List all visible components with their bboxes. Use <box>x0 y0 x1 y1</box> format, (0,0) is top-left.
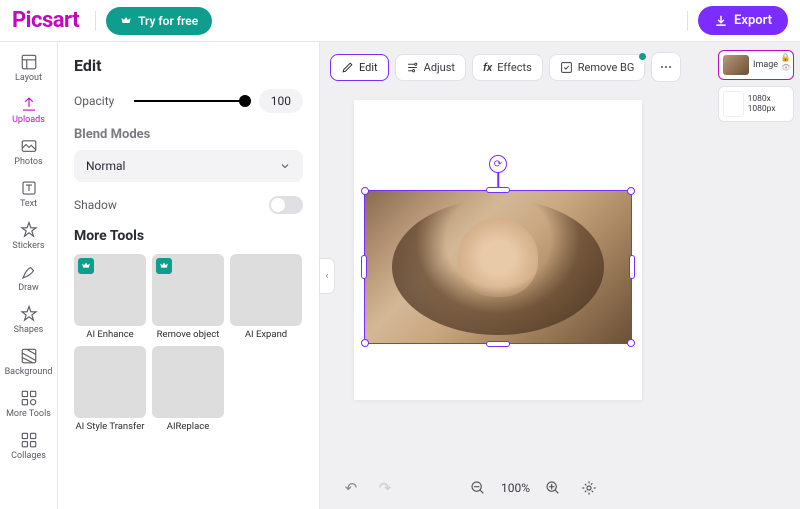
ts-more[interactable] <box>651 52 681 82</box>
selected-image[interactable] <box>365 191 631 343</box>
new-indicator <box>639 53 646 60</box>
remove-bg-icon <box>560 61 573 74</box>
nav-background[interactable]: Background <box>0 342 57 382</box>
nav-uploads[interactable]: Uploads <box>0 90 57 130</box>
export-label: Export <box>734 13 772 28</box>
crown-icon <box>120 15 132 27</box>
fx-icon: fx <box>483 61 492 74</box>
background-icon <box>20 347 38 365</box>
download-icon <box>714 14 728 28</box>
lock-icon[interactable]: 🔒 <box>781 53 791 62</box>
resize-handle-bl[interactable] <box>361 339 369 347</box>
zoom-value[interactable]: 100% <box>501 481 530 495</box>
tool-ai-replace[interactable]: AIReplace <box>152 346 224 432</box>
shadow-label: Shadow <box>74 198 117 212</box>
resize-handle-tr[interactable] <box>627 187 635 195</box>
adjust-icon <box>406 61 419 74</box>
try-for-free-button[interactable]: Try for free <box>106 7 212 35</box>
rotate-handle[interactable]: ⟳ <box>489 155 507 173</box>
layers-panel: Image 🔒👁 1080x 1080px <box>712 42 800 509</box>
opacity-label: Opacity <box>74 94 114 108</box>
brand-logo[interactable]: Picsart <box>12 8 79 33</box>
shadow-toggle[interactable] <box>269 196 303 214</box>
chevron-down-icon <box>279 160 291 172</box>
export-button[interactable]: Export <box>698 6 788 35</box>
ts-effects[interactable]: fxEffects <box>472 54 543 81</box>
nav-stickers[interactable]: Stickers <box>0 216 57 256</box>
zoom-in-button[interactable] <box>540 475 566 501</box>
stickers-icon <box>20 221 38 239</box>
divider <box>687 11 688 31</box>
divider <box>95 11 96 31</box>
zoom-out-icon <box>470 480 486 496</box>
premium-badge <box>78 258 94 274</box>
edit-panel: Edit Opacity 100 Blend Modes Normal Shad… <box>58 42 320 509</box>
tool-ai-expand[interactable]: AI Expand <box>230 254 302 340</box>
zoom-in-icon <box>545 480 561 496</box>
text-icon <box>20 179 38 197</box>
premium-badge <box>156 258 172 274</box>
ts-edit[interactable]: Edit <box>330 54 389 81</box>
blend-modes-heading: Blend Modes <box>74 127 303 142</box>
blend-mode-select[interactable]: Normal <box>74 150 303 182</box>
collages-icon <box>20 431 38 449</box>
resize-handle-tl[interactable] <box>361 187 369 195</box>
resize-handle-b[interactable] <box>486 341 510 347</box>
tool-ai-style-transfer[interactable]: AI Style Transfer <box>74 346 146 432</box>
collapse-panel-button[interactable]: ‹ <box>319 258 335 294</box>
photos-icon <box>20 137 38 155</box>
layer-thumbnail <box>723 91 744 117</box>
more-tools-heading: More Tools <box>74 228 303 244</box>
resize-handle-l[interactable] <box>361 255 367 279</box>
tool-ai-enhance[interactable]: AI Enhance <box>74 254 146 340</box>
redo-button[interactable]: ↷ <box>372 475 398 501</box>
ts-adjust[interactable]: Adjust <box>395 54 466 81</box>
visibility-icon[interactable]: 👁 <box>781 63 791 72</box>
resize-handle-r[interactable] <box>629 255 635 279</box>
draw-icon <box>20 263 38 281</box>
more-tools-icon <box>20 389 38 407</box>
resize-handle-t[interactable] <box>486 187 510 193</box>
ts-remove-bg[interactable]: Remove BG <box>549 54 646 81</box>
uploads-icon <box>20 95 38 113</box>
panel-title: Edit <box>74 56 303 75</box>
undo-button[interactable]: ↶ <box>338 475 364 501</box>
canvas-area: Edit Adjust fxEffects Remove BG ‹ › ⟳ ↶ … <box>320 42 712 509</box>
selection-box[interactable]: ⟳ <box>364 190 632 344</box>
nav-text[interactable]: Text <box>0 174 57 214</box>
nav-more-tools[interactable]: More Tools <box>0 384 57 424</box>
shapes-icon <box>20 305 38 323</box>
nav-shapes[interactable]: Shapes <box>0 300 57 340</box>
more-icon <box>659 60 673 74</box>
gear-icon <box>581 480 597 496</box>
tool-remove-object[interactable]: Remove object <box>152 254 224 340</box>
layer-thumbnail <box>723 55 749 75</box>
layer-image[interactable]: Image 🔒👁 <box>718 50 794 80</box>
zoom-out-button[interactable] <box>465 475 491 501</box>
layout-icon <box>20 53 38 71</box>
left-nav: Layout Uploads Photos Text Stickers Draw… <box>0 42 58 509</box>
resize-handle-br[interactable] <box>627 339 635 347</box>
nav-layout[interactable]: Layout <box>0 48 57 88</box>
opacity-slider[interactable] <box>134 100 250 102</box>
layer-canvas[interactable]: 1080x 1080px <box>718 86 794 122</box>
nav-photos[interactable]: Photos <box>0 132 57 172</box>
nav-draw[interactable]: Draw <box>0 258 57 298</box>
nav-collages[interactable]: Collages <box>0 426 57 466</box>
try-label: Try for free <box>138 14 198 28</box>
opacity-value[interactable]: 100 <box>259 89 303 113</box>
edit-icon <box>341 61 354 74</box>
settings-button[interactable] <box>576 475 602 501</box>
